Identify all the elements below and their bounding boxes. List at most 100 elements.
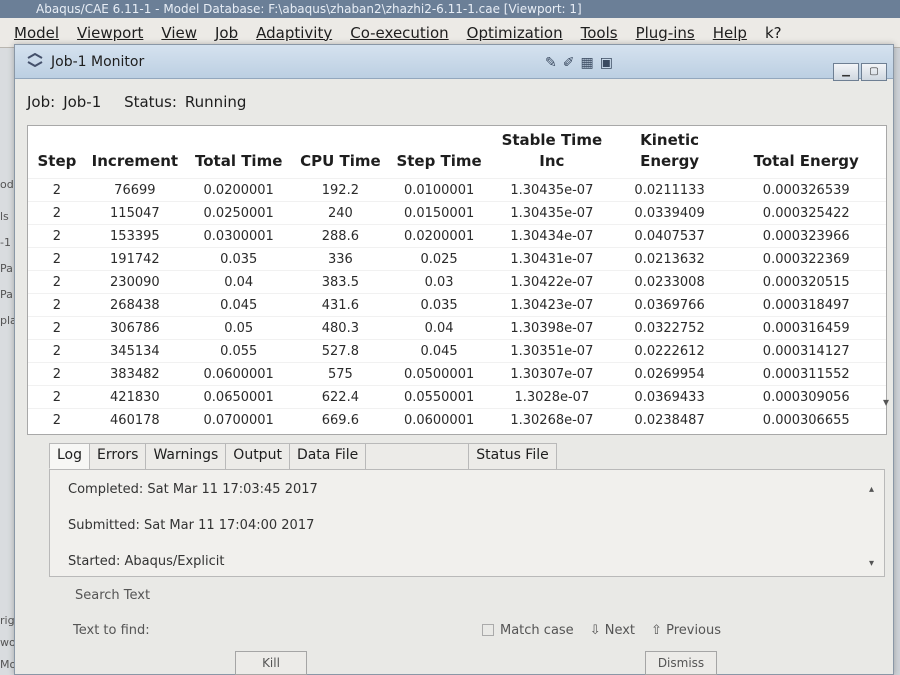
column-header[interactable]: CPU Time — [293, 126, 388, 179]
table-row[interactable]: 2 153395 0.0300001 288.6 0.0200001 1.30434e-0… — [28, 224, 886, 248]
scroll-arrow-icon[interactable]: ▾ — [883, 395, 900, 409]
context-help-button[interactable]: k? — [765, 24, 782, 42]
tab-output[interactable]: Output — [225, 443, 290, 469]
table-cell: 192.2 — [321, 182, 359, 198]
tab-log[interactable]: Log — [49, 443, 91, 469]
tab-data-file[interactable]: Data File — [288, 443, 367, 469]
log-line: Started: Abaqus/Explicit — [68, 554, 225, 569]
table-row[interactable]: 2 76699 0.0200001 192.2 0.0100001 1.30435e-07… — [28, 178, 886, 202]
menu-co-execution[interactable]: Co-execution — [350, 24, 448, 42]
table-cell: 0.045 — [220, 297, 258, 313]
table-cell: 0.000314127 — [762, 343, 850, 359]
minimize-button[interactable]: ▁ — [833, 63, 859, 81]
scroll-up-icon[interactable]: ▴ — [869, 484, 874, 495]
table-cell: 1.30431e-07 — [510, 251, 594, 267]
table-cell: 0.055 — [220, 343, 258, 359]
table-cell: 2 — [52, 366, 62, 382]
table-cell: 336 — [327, 251, 353, 267]
log-line: Completed: Sat Mar 11 17:03:45 2017 — [68, 482, 318, 497]
menu-help[interactable]: Help — [713, 24, 747, 42]
table-cell: 0.0500001 — [403, 366, 475, 382]
cube-icon[interactable]: ▣ — [600, 55, 619, 71]
table-cell: 153395 — [110, 228, 160, 244]
table-cell: 421830 — [110, 389, 160, 405]
table-cell: 622.4 — [321, 389, 359, 405]
table-cell: 0.035 — [420, 297, 458, 313]
table-cell: 1.30422e-07 — [510, 274, 594, 290]
menu-tools[interactable]: Tools — [581, 24, 618, 42]
table-row[interactable]: 2 230090 0.04 383.5 0.03 1.30422e-07 0.0233008… — [28, 270, 886, 294]
table-row[interactable]: 2 421830 0.0650001 622.4 0.0550001 1.3028e-07… — [28, 385, 886, 409]
brush-icon[interactable]: ✐ — [563, 55, 581, 71]
maximize-button[interactable]: ▢ — [861, 63, 887, 81]
table-cell: 2 — [52, 412, 62, 428]
arrow-down-icon: ⇩ — [589, 622, 601, 638]
table-cell: 0.0150001 — [403, 205, 475, 221]
column-header[interactable]: Step Time — [387, 126, 491, 179]
table-cell: 0.0600001 — [203, 366, 274, 382]
table-cell: 1.30435e-07 — [510, 182, 594, 198]
table-row[interactable]: 2 460178 0.0700001 669.6 0.0600001 1.30268e-0… — [28, 408, 886, 432]
dismiss-button[interactable]: Dismiss — [645, 651, 717, 675]
search-text-heading: Search Text — [75, 588, 151, 603]
previous-button[interactable]: ⇧ Previous — [651, 623, 721, 638]
menu-job[interactable]: Job — [215, 24, 238, 42]
table-cell: 0.0322752 — [634, 320, 705, 336]
scroll-down-icon[interactable]: ▾ — [869, 558, 874, 569]
table-cell: 1.30435e-07 — [510, 205, 594, 221]
table-cell: 0.0550001 — [403, 389, 475, 405]
tab-status-file[interactable]: Status File — [468, 443, 557, 469]
table-cell: 345134 — [110, 343, 160, 359]
table-cell: 575 — [327, 366, 353, 382]
table-cell: 0.000326539 — [762, 182, 850, 198]
tab-warnings[interactable]: Warnings — [145, 443, 227, 469]
column-header[interactable]: Stable Time Inc — [490, 126, 613, 179]
table-row[interactable]: 2 268438 0.045 431.6 0.035 1.30423e-07 0.03697… — [28, 293, 886, 317]
table-cell: 0.05 — [224, 320, 254, 336]
table-cell: 230090 — [110, 274, 160, 290]
grid-icon[interactable]: ▦ — [580, 55, 599, 71]
tab-errors[interactable]: Errors — [89, 443, 147, 469]
table-row[interactable]: 2 191742 0.035 336 0.025 1.30431e-07 0.0213632… — [28, 247, 886, 271]
column-header[interactable]: Increment — [85, 126, 184, 179]
table-row[interactable]: 2 345134 0.055 527.8 0.045 1.30351e-07 0.02226… — [28, 339, 886, 363]
table-cell: 0.000320515 — [762, 274, 850, 290]
table-cell: 0.0238487 — [634, 412, 705, 428]
column-header[interactable]: Kinetic Energy — [612, 126, 727, 179]
table-cell: 0.025 — [420, 251, 458, 267]
table-cell: 431.6 — [321, 297, 359, 313]
status-label: Status: — [124, 93, 177, 111]
pencil-icon[interactable]: ✎ — [545, 55, 563, 71]
menu-viewport[interactable]: Viewport — [77, 24, 143, 42]
match-case-checkbox[interactable] — [482, 624, 494, 636]
table-cell: 383482 — [110, 366, 160, 382]
table-cell: 2 — [52, 251, 62, 267]
menu-plug-ins[interactable]: Plug-ins — [636, 24, 695, 42]
match-case-label: Match case — [500, 622, 574, 638]
table-header-row: Step Increment Total Time CPU Time Step … — [28, 126, 886, 179]
table-row[interactable]: 2 383482 0.0600001 575 0.0500001 1.30307e-07 0… — [28, 362, 886, 386]
table-cell: 0.04 — [224, 274, 254, 290]
tab-blank[interactable] — [365, 443, 470, 469]
dialog-title-bar[interactable]: Job-1 Monitor ✎✐▦▣ ▁ ▢ — [15, 45, 893, 81]
table-cell: 460178 — [110, 412, 160, 428]
arrow-up-icon: ⇧ — [651, 622, 662, 638]
menu-optimization[interactable]: Optimization — [467, 24, 563, 42]
menu-view[interactable]: View — [161, 24, 197, 42]
table-cell: 0.04 — [424, 320, 454, 336]
column-header[interactable]: Total Time — [183, 126, 294, 179]
menu-adaptivity[interactable]: Adaptivity — [256, 24, 332, 42]
increment-table[interactable]: Step Increment Total Time CPU Time Step … — [27, 125, 887, 435]
table-row[interactable]: 2 306786 0.05 480.3 0.04 1.30398e-07 0.0322752… — [28, 316, 886, 340]
text-to-find-input[interactable] — [152, 620, 412, 640]
column-header[interactable]: Step — [28, 126, 86, 179]
column-header[interactable]: Total Energy — [726, 126, 886, 179]
dialog-title: Job-1 Monitor — [51, 54, 145, 70]
kill-button[interactable]: Kill — [235, 651, 307, 675]
next-button[interactable]: ⇩ Next — [590, 623, 635, 638]
job-monitor-dialog: Job-1 Monitor ✎✐▦▣ ▁ ▢ Job: Job-1 Status:… — [14, 44, 894, 675]
menu-model[interactable]: Model — [14, 24, 59, 42]
log-text-area[interactable]: Completed: Sat Mar 11 17:03:45 2017 Subm… — [49, 469, 885, 577]
table-row[interactable]: 2 115047 0.0250001 240 0.0150001 1.30435e-07 0… — [28, 201, 886, 225]
table-cell: 306786 — [110, 320, 160, 336]
